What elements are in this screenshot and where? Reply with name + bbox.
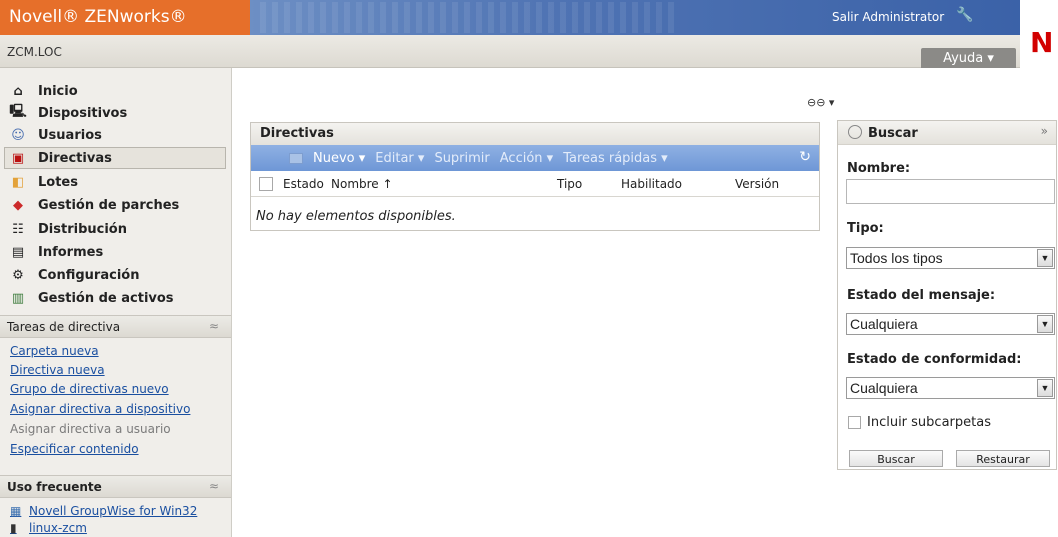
wrench-icon[interactable]: 🔧 [955,7,975,25]
panel-toolbar: Nuevo ▾ Editar ▾ Suprimir Acción ▾ Tarea… [251,145,819,171]
nav-item-informes[interactable]: ▤ Informes [10,241,103,263]
folder-icon [289,152,303,164]
logout-link[interactable]: Salir Administrator [832,10,944,24]
subfolders-label: Incluir subcarpetas [867,415,991,430]
distribution-icon: ☷ [12,221,24,237]
new-button[interactable]: Nuevo ▾ [313,151,365,166]
policy-icon: ▣ [11,150,25,166]
type-select[interactable]: Todos los tipos ▼ [846,247,1055,269]
zone-name: ZCM.LOC [7,45,62,59]
message-status-label: Estado del mensaje: [847,288,996,303]
col-status[interactable]: Estado [283,177,324,191]
col-enabled[interactable]: Habilitado [621,177,682,191]
zone-bar: ZCM.LOC Ayuda ▾ [0,35,1020,68]
nav-item-usuarios[interactable]: ☺ Usuarios [10,124,102,146]
nav-item-label: Directivas [38,150,112,166]
user-icon: ☺ [11,127,25,143]
search-panel: Buscar » Nombre: Tipo: Todos los tipos ▼… [837,120,1057,470]
bundle-group-icon: ▦ [10,504,22,518]
col-version[interactable]: Versión [735,177,779,191]
frequent-item[interactable]: ▮ linux-zcm [10,521,230,535]
nav-item-label: Lotes [38,174,78,190]
search-button[interactable]: Buscar [849,450,943,467]
chevron-down-icon: ▼ [1037,379,1053,397]
home-icon: ⌂ [13,83,23,99]
frequent-section-title: Uso frecuente [7,480,102,494]
empty-message: No hay elementos disponibles. [256,209,456,224]
name-input[interactable] [846,179,1055,204]
nav-item-label: Configuración [38,267,140,283]
patch-icon: ◆ [13,197,23,213]
computer-icon: 🖳 [9,104,27,119]
compliance-status-select[interactable]: Cualquiera ▼ [846,377,1055,399]
config-icon: ⚙ [12,267,24,283]
task-assign-device[interactable]: Asignar directiva a dispositivo [10,402,230,416]
frequent-item-label: linux-zcm [29,521,87,535]
task-specify-content[interactable]: Especificar contenido [10,442,230,456]
quick-tasks-button[interactable]: Tareas rápidas ▾ [563,151,668,166]
type-label: Tipo: [847,221,884,236]
panel-title: Directivas [251,123,819,145]
nav-item-label: Distribución [38,221,127,237]
task-new-policy[interactable]: Directiva nueva [10,363,230,377]
chevron-down-icon: ▼ [1037,249,1053,267]
subfolders-checkbox[interactable] [848,416,861,429]
bundle-icon: ◧ [11,174,25,190]
reset-button[interactable]: Restaurar [956,450,1050,467]
frequent-item-label: Novell GroupWise for Win32 [29,504,198,518]
select-all-checkbox[interactable] [259,177,273,191]
novell-logo: N [1030,26,1054,59]
tasks-section-header[interactable]: Tareas de directiva ≈ [0,315,231,338]
server-icon: ▮ [10,521,17,535]
frequent-item[interactable]: ▦ Novell GroupWise for Win32 [10,504,230,518]
nav-item-configuracion[interactable]: ⚙ Configuración [10,264,139,286]
nav-item-label: Gestión de parches [38,197,180,213]
tasks-section-title: Tareas de directiva [7,320,121,334]
policies-panel: Directivas Nuevo ▾ Editar ▾ Suprimir Acc… [250,122,820,231]
column-header: Estado Nombre ↑ Tipo Habilitado Versión [251,171,819,197]
nav-item-inicio[interactable]: ⌂ Inicio [10,80,78,102]
nav-item-label: Usuarios [38,127,102,143]
nav-item-label: Inicio [38,83,78,99]
asset-icon: ▥ [11,290,25,306]
link-icon[interactable]: ⊖⊖ ▾ [807,96,834,109]
nav-item-label: Gestión de activos [38,290,174,306]
nav-item-dispositivos[interactable]: 🖳 Dispositivos [9,102,128,124]
collapse-icon[interactable]: ≈ [209,479,219,493]
nav-item-distribucion[interactable]: ☷ Distribución [10,218,127,240]
task-new-folder[interactable]: Carpeta nueva [10,344,230,358]
brand-logo: Novell® ZENworks® [0,0,250,35]
app-header: Novell® ZENworks® Salir Administrator 🔧 … [0,0,1058,68]
action-button[interactable]: Acción ▾ [500,151,553,166]
nav-item-activos[interactable]: ▥ Gestión de activos [10,287,174,309]
frequent-section-header[interactable]: Uso frecuente ≈ [0,475,231,498]
collapse-icon[interactable]: ≈ [209,319,219,333]
compliance-status-label: Estado de conformidad: [847,352,1022,367]
collapse-panel-icon[interactable]: » [1041,124,1048,138]
nav-item-label: Informes [38,244,104,260]
col-name[interactable]: Nombre ↑ [331,177,393,191]
message-status-select[interactable]: Cualquiera ▼ [846,313,1055,335]
nav-item-directivas[interactable]: ▣ Directivas [4,147,226,169]
nav-item-parches[interactable]: ◆ Gestión de parches [10,194,179,216]
left-navigation: ⌂ Inicio 🖳 Dispositivos ☺ Usuarios ▣ Dir… [0,68,232,537]
refresh-icon[interactable]: ↻ [799,149,811,165]
search-icon [848,125,862,139]
delete-button[interactable]: Suprimir [434,151,489,166]
edit-button[interactable]: Editar ▾ [375,151,424,166]
chevron-down-icon: ▼ [1037,315,1053,333]
task-new-policy-group[interactable]: Grupo de directivas nuevo [10,382,230,396]
search-title: Buscar [868,126,918,141]
search-header: Buscar » [838,121,1056,145]
task-assign-user: Asignar directiva a usuario [10,422,171,436]
help-menu-button[interactable]: Ayuda ▾ [921,48,1016,68]
report-icon: ▤ [11,244,25,260]
nav-item-lotes[interactable]: ◧ Lotes [10,171,78,193]
include-subfolders[interactable]: Incluir subcarpetas [848,415,991,430]
name-label: Nombre: [847,161,911,176]
nav-item-label: Dispositivos [38,105,128,121]
col-type[interactable]: Tipo [557,177,582,191]
